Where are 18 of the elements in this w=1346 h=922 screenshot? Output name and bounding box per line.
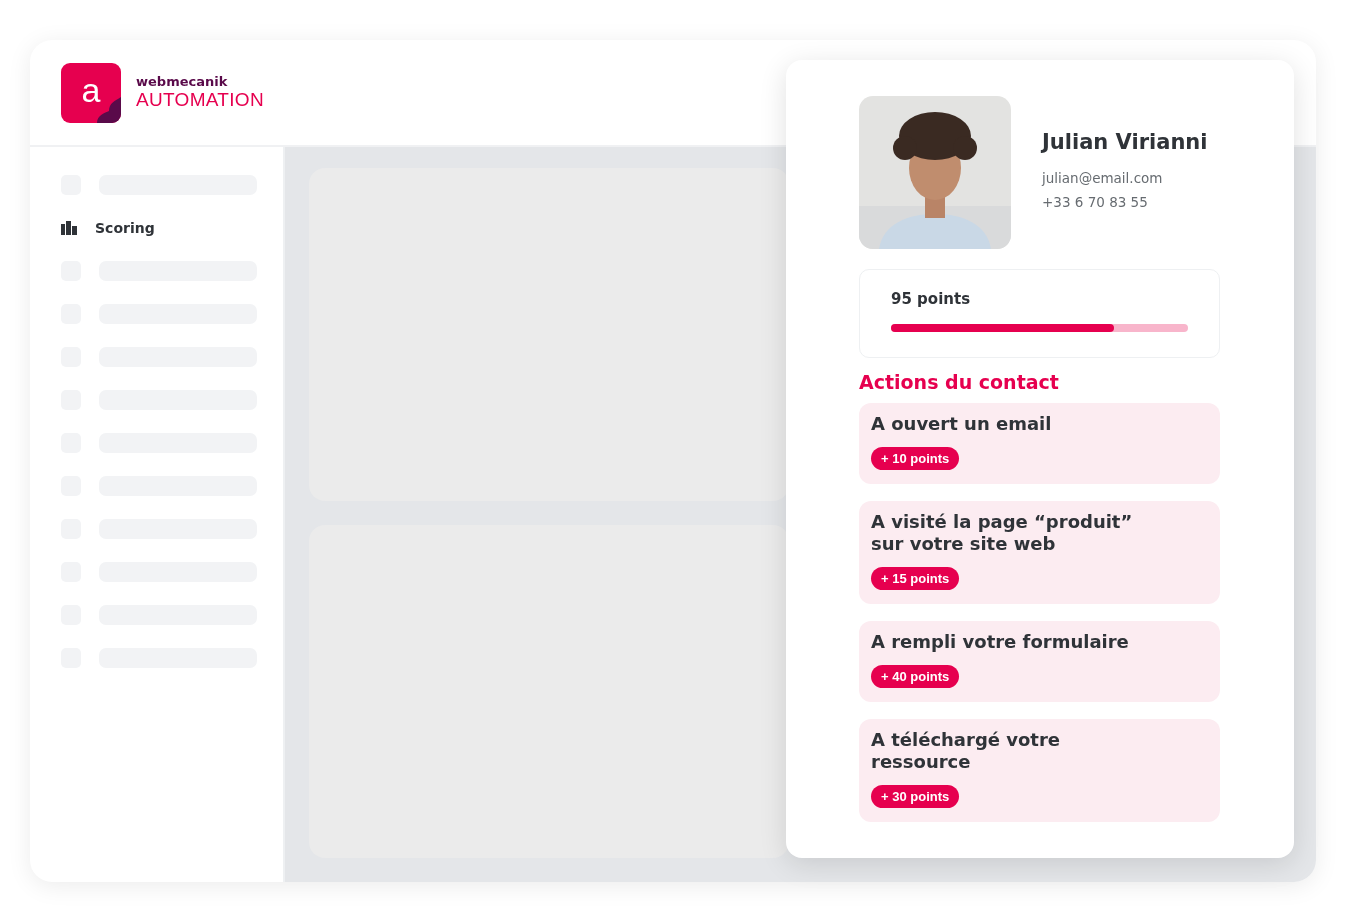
points-badge: + 15 points [871,567,960,590]
action-text: A téléchargé votre ressource [871,729,1062,773]
points-badge: + 10 points [871,447,960,470]
contact-name: Julian Virianni [1042,130,1208,154]
action-text: A rempli votre formulaire [871,631,1130,653]
action-text: A visité la page “produit” sur votre site web [871,511,1134,555]
product-name: AUTOMATION [136,89,264,111]
section-title: Actions du contact [859,371,1060,393]
score-label: 95 points [891,290,972,308]
contact-email: julian@email.com [1042,169,1164,188]
action-text: A ouvert un email [871,413,1053,435]
brand-name: webmecanik [136,74,229,89]
points-badge: + 30 points [871,785,960,808]
chart-icon [61,221,77,235]
contact-phone: +33 6 70 83 55 [1042,193,1149,212]
points-badge: + 40 points [871,665,960,688]
sidebar-link[interactable]: Scoring [95,220,155,236]
logo: a [61,62,121,123]
